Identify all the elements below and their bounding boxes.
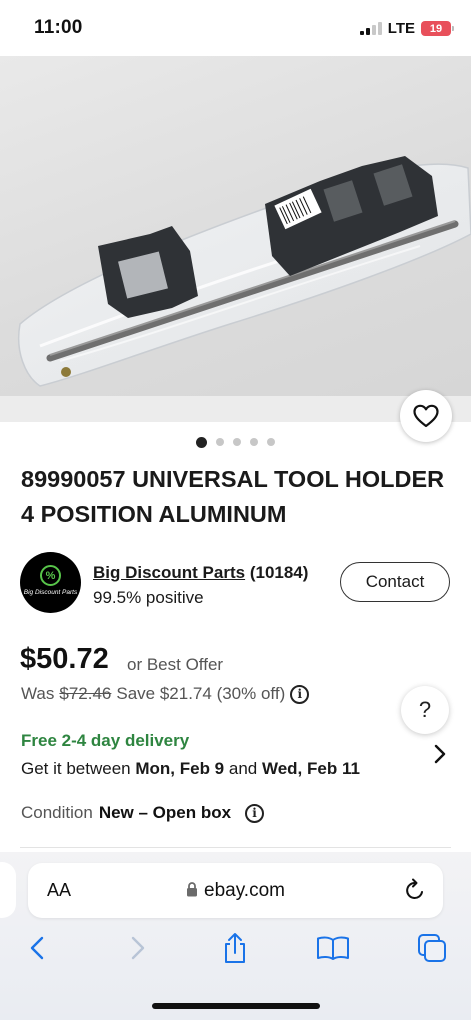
seller-feedback-percent: 99.5% positive [93,588,204,607]
delivery-dates: Get it between Mon, Feb 9 and Wed, Feb 1… [21,759,360,779]
section-divider [20,847,451,848]
price-info-icon[interactable]: i [290,684,310,704]
browser-bottom-toolbar [0,930,471,970]
seller-info: Big Discount Parts (10184) [93,563,308,583]
condition-value: New – Open box [98,803,232,822]
image-pagination[interactable] [0,436,471,448]
delivery-end-date: Wed, Feb 11 [261,759,360,778]
discount-info: Was $72.46 Save $21.74 (30% off) i [21,684,310,704]
lock-icon [187,882,198,897]
status-bar: 11:00 LTE 19 [0,0,471,56]
was-label: Was [21,684,55,703]
delivery-conjunction: and [228,759,258,778]
best-offer-label: or Best Offer [127,655,224,674]
heart-icon [413,404,439,428]
original-price: $72.46 [59,684,112,703]
reload-icon[interactable] [404,878,426,907]
item-condition: Condition New – Open box i [21,803,265,823]
shipping-details-chevron-icon[interactable] [434,744,446,769]
delivery-prefix: Get it between [21,759,131,778]
status-indicators: LTE 19 [359,20,454,37]
help-label: ? [418,697,432,722]
condition-info-icon[interactable]: i [245,803,265,823]
pagination-dot[interactable] [216,438,224,446]
pagination-dot[interactable] [250,438,258,446]
product-photo [18,156,471,387]
tabs-icon[interactable] [415,930,449,966]
condition-label: Condition [21,803,93,822]
bookmarks-icon[interactable] [316,930,350,966]
delivery-start-date: Mon, Feb 9 [135,759,225,778]
battery-icon: 19 [421,21,454,36]
battery-level: 19 [429,22,443,35]
watchlist-button[interactable] [400,390,452,442]
cellular-signal-icon [359,22,382,35]
status-time: 11:00 [34,17,83,38]
pagination-dot[interactable] [267,438,275,446]
savings-text: Save $21.74 (30% off) [116,684,286,703]
seller-logo-text: Big Discount Parts [23,589,78,596]
url-display[interactable]: ebay.com [0,880,471,902]
network-type: LTE [387,20,415,37]
url-text: ebay.com [204,880,285,901]
share-icon[interactable] [218,930,252,966]
back-arrow-icon[interactable] [20,930,54,966]
item-price: $50.72 [20,643,109,675]
product-image[interactable] [0,56,471,396]
forward-arrow-icon[interactable] [121,930,155,966]
listing-title: 89990057 UNIVERSAL TOOL HOLDER 4 POSITIO… [21,466,445,527]
home-indicator [152,1003,320,1009]
pagination-dot[interactable] [196,436,207,448]
pagination-dot[interactable] [233,438,241,446]
contact-seller-button[interactable]: Contact [340,562,450,602]
seller-name-link[interactable]: Big Discount Parts [93,563,245,582]
help-button[interactable]: ? [401,686,449,734]
seller-avatar[interactable]: % Big Discount Parts [20,552,81,613]
seller-logo-mark: % [40,565,61,586]
seller-feedback-count: (10184) [249,563,309,582]
delivery-headline: Free 2-4 day delivery [21,731,190,750]
